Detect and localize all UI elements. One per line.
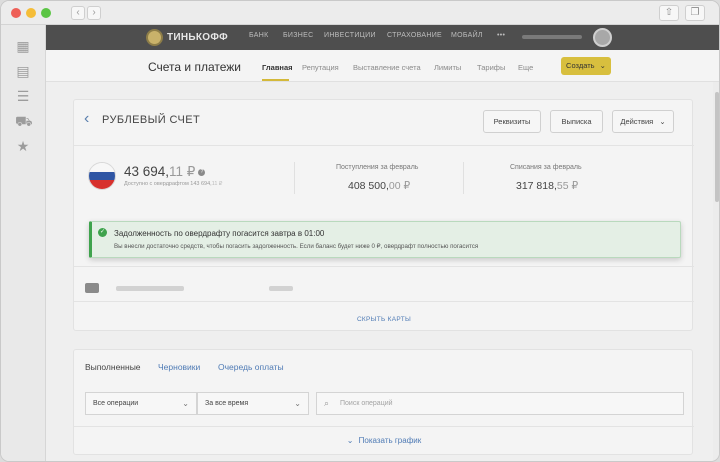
period-select[interactable]: За все время ⌄ <box>197 392 309 415</box>
topnav-item-mobile[interactable]: МОБАЙЛ <box>451 32 483 39</box>
expense-main: 317 818, <box>516 180 557 192</box>
page-scrollbar[interactable] <box>713 82 719 461</box>
income-main: 408 500, <box>348 180 389 192</box>
maximize-window-button[interactable] <box>41 8 51 18</box>
divider <box>74 145 694 146</box>
topnav-item-insurance[interactable]: СТРАХОВАНИЕ <box>387 32 442 39</box>
chevron-down-icon: ⌄ <box>346 436 354 445</box>
hide-cards-link[interactable]: СКРЫТЬ КАРТЫ <box>74 316 694 323</box>
share-icon[interactable]: ⇧ <box>659 5 679 21</box>
requisites-button[interactable]: Реквизиты <box>483 110 541 133</box>
close-window-button[interactable] <box>11 8 21 18</box>
tinkoff-logo[interactable]: ТИНЬКОФФ <box>146 29 228 46</box>
browser-back-button[interactable]: ‹ <box>71 6 85 20</box>
divider <box>463 162 464 194</box>
shield-icon <box>146 29 163 46</box>
browser-titlebar: ‹ › ⇧ ❐ <box>1 1 719 25</box>
expense-kop: 55 ₽ <box>556 180 579 192</box>
operations-card: Выполненные Черновики Очередь оплаты Все… <box>73 349 694 455</box>
tasks-settings-icon[interactable]: ☰ <box>15 88 31 104</box>
russian-flag-icon <box>88 162 116 190</box>
left-sidebar: ▦ ▤ ☰ ⛟ ★ <box>1 25 46 461</box>
create-button[interactable]: Создать ⌄ <box>561 57 611 75</box>
balance-main: 43 694, <box>124 164 170 179</box>
minimize-window-button[interactable] <box>26 8 36 18</box>
income-value: 408 500,00 ₽ <box>348 180 410 192</box>
subnav-item-limits[interactable]: Лимиты <box>434 63 461 72</box>
subnav-item-main[interactable]: Главная <box>262 63 293 72</box>
sub-navigation: Счета и платежи Главная Репутация Выстав… <box>46 50 719 82</box>
period-value: За все время <box>205 400 249 407</box>
back-arrow-icon[interactable]: ‹ <box>84 110 89 128</box>
chevron-down-icon: ⌄ <box>599 61 606 70</box>
card-name-blurred <box>116 286 184 291</box>
operations-type-select[interactable]: Все операции ⌄ <box>85 392 197 415</box>
available-kop: 11 ₽ <box>211 181 223 187</box>
available-label: Доступно с овердрафтом 143 694, <box>124 181 212 187</box>
subnav-item-reputation[interactable]: Репутация <box>302 63 339 72</box>
divider <box>74 426 694 427</box>
user-name-blurred <box>522 35 582 39</box>
scrollbar-thumb[interactable] <box>715 92 719 202</box>
show-chart-link[interactable]: ⌄ Показать график <box>74 436 694 445</box>
chevron-down-icon: ⌄ <box>182 399 189 408</box>
available-with-overdraft: Доступно с овердрафтом 143 694,11 ₽ <box>124 181 222 187</box>
search-placeholder: Поиск операций <box>340 400 393 407</box>
avatar[interactable] <box>593 28 612 47</box>
subnav-item-tariffs[interactable]: Тарифы <box>477 63 505 72</box>
browser-forward-button[interactable]: › <box>87 6 101 20</box>
actions-button-label: Действия <box>620 117 654 126</box>
alert-title: Задолженность по овердрафту погасится за… <box>114 229 325 238</box>
operations-type-value: Все операции <box>93 400 139 407</box>
tab-drafts[interactable]: Черновики <box>158 362 200 372</box>
account-balance: 43 694,11 ₽? <box>124 164 206 180</box>
expense-value: 317 818,55 ₽ <box>516 180 578 192</box>
top-navigation: ТИНЬКОФФ БАНК БИЗНЕС ИНВЕСТИЦИИ СТРАХОВА… <box>46 25 719 50</box>
browser-window: ‹ › ⇧ ❐ ▦ ▤ ☰ ⛟ ★ ТИНЬКОФФ БАНК БИЗНЕС И… <box>0 0 720 462</box>
topnav-item-business[interactable]: БИЗНЕС <box>283 32 313 39</box>
divider <box>74 301 694 302</box>
car-icon[interactable]: ⛟ <box>15 113 33 129</box>
info-icon[interactable]: ? <box>198 168 206 176</box>
income-kop: 00 ₽ <box>388 180 411 192</box>
calculator-icon[interactable]: ▤ <box>15 63 31 79</box>
account-title: РУБЛЕВЫЙ СЧЕТ <box>102 114 201 126</box>
page-title: Счета и платежи <box>148 60 242 74</box>
income-label: Поступления за февраль <box>336 164 419 171</box>
chevron-down-icon: ⌄ <box>659 117 666 126</box>
statement-button[interactable]: Выписка <box>550 110 603 133</box>
create-button-label: Создать <box>566 61 595 70</box>
dashboard-icon[interactable]: ▦ <box>15 38 31 54</box>
account-card: ‹ РУБЛЕВЫЙ СЧЕТ Реквизиты Выписка Действ… <box>73 99 694 331</box>
expense-label: Списания за февраль <box>510 164 582 171</box>
divider <box>294 162 295 194</box>
tabs-icon[interactable]: ❐ <box>685 5 705 21</box>
alert-text: Вы внесли достаточно средств, чтобы пога… <box>114 243 479 250</box>
subnav-item-invoicing[interactable]: Выставление счета <box>353 63 421 72</box>
check-icon: ✓ <box>98 228 107 237</box>
chevron-down-icon: ⌄ <box>294 399 301 408</box>
logo-text: ТИНЬКОФФ <box>167 32 228 43</box>
star-icon[interactable]: ★ <box>15 138 31 154</box>
overdraft-alert: ✓ Задолженность по овердрафту погасится … <box>89 221 681 258</box>
topnav-item-bank[interactable]: БАНК <box>249 32 268 39</box>
tab-completed[interactable]: Выполненные <box>85 362 141 372</box>
search-input[interactable]: ⌕ Поиск операций <box>316 392 684 415</box>
actions-button[interactable]: Действия ⌄ <box>612 110 674 133</box>
subnav-item-more[interactable]: Еще <box>518 63 533 72</box>
card-number-blurred <box>269 286 293 291</box>
card-thumbnail[interactable] <box>85 283 99 293</box>
balance-kop: 11 ₽ <box>169 164 196 179</box>
search-icon: ⌕ <box>324 398 330 408</box>
divider <box>74 266 694 267</box>
show-chart-label: Показать график <box>358 436 422 445</box>
topnav-item-investments[interactable]: ИНВЕСТИЦИИ <box>324 32 376 39</box>
tab-payment-queue[interactable]: Очередь оплаты <box>218 362 284 372</box>
active-tab-indicator <box>262 79 289 81</box>
topnav-more[interactable]: ••• <box>497 32 505 39</box>
